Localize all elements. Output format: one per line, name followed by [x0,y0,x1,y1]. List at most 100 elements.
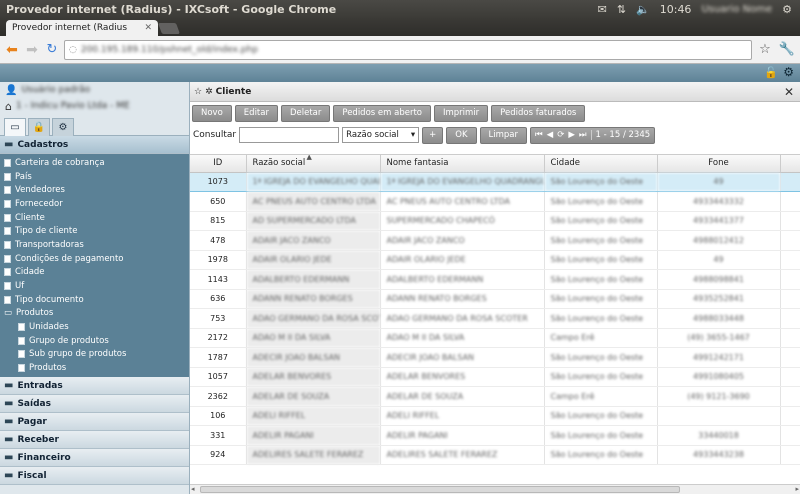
sidebar-item-produtos[interactable]: ▭ Produtos [0,307,189,321]
refresh-icon[interactable]: ⟳ [557,130,564,140]
cell-fone: 4991242171 [657,347,781,368]
table-row[interactable]: 10731ª IGREJA DO EVANGELHO QUADRANGULAR1… [190,171,800,192]
pedidos-aberto-button[interactable]: Pedidos em aberto [333,104,431,122]
volume-icon[interactable]: 🔈 [636,3,650,16]
gear-icon[interactable]: ⚙ [783,65,794,79]
add-filter-button[interactable]: + [422,126,444,144]
column-id[interactable]: ID [190,155,247,173]
sidebar-item-tipo-documento[interactable]: Tipo documento [0,293,189,307]
ok-button[interactable]: OK [446,126,477,144]
novo-button[interactable]: Novo [192,104,232,122]
new-tab-button[interactable] [157,23,181,34]
table-row[interactable]: 1787 ADECIR JOAO BALSAN ADECIR JOAO BALSAN… [190,347,800,368]
table-row[interactable]: 650 AC PNEUS AUTO CENTRO LTDA AC PNEUS AUT… [190,191,800,212]
deletar-button[interactable]: Deletar [280,104,331,122]
sidebar-item-uf[interactable]: Uf [0,279,189,293]
document-icon [18,323,25,332]
reload-icon[interactable]: ↻ [44,42,60,58]
panel-header: ☆ ✲ Cliente ✕ [190,82,800,102]
cell-cidade: São Lourenço do Oeste [544,230,658,251]
network-icon[interactable]: ⇅ [617,3,626,16]
scroll-thumb[interactable] [200,486,680,493]
sidebar-item-cliente[interactable]: Cliente [0,211,189,225]
browser-tab[interactable]: Provedor internet (Radius ✕ [6,20,158,36]
sidebar-item-produtos-sub[interactable]: Produtos [0,361,189,375]
clock[interactable]: 10:46 [660,3,692,16]
limpar-button[interactable]: Limpar [479,126,528,144]
folder-icon: ▬ [4,416,14,427]
section-entradas[interactable]: ▬ Entradas [0,377,189,395]
first-page-icon[interactable]: ⏮ [535,130,543,140]
section-pagar[interactable]: ▬ Pagar [0,413,189,431]
table-row[interactable]: 753 ADAO GERMANO DA ROSA SCOTER ADAO GERMA… [190,308,800,329]
tab-menu[interactable]: ▭ [4,118,26,136]
table-row[interactable]: 106 ADELI RIFFEL ADELI RIFFEL São Lourenço … [190,406,800,426]
sidebar-item-label: Carteira de cobrança [15,157,105,168]
section-fiscal[interactable]: ▬ Fiscal [0,467,189,485]
folder-icon: ▬ [4,470,14,481]
address-bar[interactable]: ◌ 200.195.189.110/pshnet_old/index.php [64,39,752,60]
close-icon[interactable]: ✕ [784,85,794,99]
field-select[interactable]: Razão social ▾ [342,127,420,143]
editar-button[interactable]: Editar [234,104,278,122]
sidebar-item-unidades[interactable]: Unidades [0,320,189,334]
table-row[interactable]: 1143 ADALBERTO EDERMANN ADALBERTO EDERMANN… [190,269,800,290]
mail-icon[interactable]: ✉ [598,3,607,16]
column-fone[interactable]: Fone [657,155,781,173]
section-saidas[interactable]: ▬ Saídas [0,395,189,413]
wrench-icon[interactable]: 🔧 [778,42,796,57]
user-menu[interactable]: Usuario Nome [701,4,772,15]
table-row[interactable]: 924 ADELIRES SALETE FERAREZ ADELIRES SALET… [190,445,800,465]
table-row[interactable]: 815 AD SUPERMERCADO LTDA SUPERMERCADO CHAP… [190,211,800,231]
cell-cidade: São Lourenço do Oeste [544,445,658,465]
scroll-left-icon[interactable]: ◂ [191,485,195,493]
close-tab-icon[interactable]: ✕ [144,23,152,33]
sidebar-item-grupo-produtos[interactable]: Grupo de produtos [0,334,189,348]
table-row[interactable]: 636 ADANN RENATO BORGES ADANN RENATO BORGE… [190,289,800,309]
power-icon[interactable]: ⚙ [782,3,792,16]
horizontal-scrollbar[interactable]: ◂ ▸ [190,484,800,494]
sidebar-item-cidade[interactable]: Cidade [0,266,189,280]
sidebar-item-tipo-cliente[interactable]: Tipo de cliente [0,224,189,238]
section-label: Saídas [17,398,51,409]
cell-razao: ADELIR PAGANI [246,425,381,446]
sidebar-item-vendedores[interactable]: Vendedores [0,183,189,197]
tab-settings[interactable]: ⚙ [52,118,74,136]
forward-icon[interactable]: ➡ [24,42,40,58]
column-razao[interactable]: ▲ Razão social [246,155,381,173]
scroll-right-icon[interactable]: ▸ [795,485,799,493]
settings-icon[interactable]: ✲ [205,87,213,97]
column-razao-label: Razão social [252,158,306,169]
tab-lock[interactable]: 🔒 [28,118,50,136]
pedidos-faturados-button[interactable]: Pedidos faturados [491,104,586,122]
table-row[interactable]: 331 ADELIR PAGANI ADELIR PAGANI São Lourenç… [190,425,800,446]
imprimir-button[interactable]: Imprimir [433,104,489,122]
sidebar-item-sub-grupo[interactable]: Sub grupo de produtos [0,348,189,362]
sidebar-item-pais[interactable]: País [0,170,189,184]
search-input[interactable] [239,127,340,143]
section-financeiro[interactable]: ▬ Financeiro [0,449,189,467]
table-row[interactable]: 1057 ADELAR BENVORES ADELAR BENVORES São Lo… [190,367,800,387]
section-receber[interactable]: ▬ Receber [0,431,189,449]
sidebar-item-carteira[interactable]: Carteira de cobrança [0,156,189,170]
star-icon[interactable]: ☆ [194,87,202,97]
table-row[interactable]: 1978 ADAIR OLARIO JEDE ADAIR OLARIO JEDE Sã… [190,250,800,270]
prev-page-icon[interactable]: ◀ [547,130,554,140]
next-page-icon[interactable]: ▶ [568,130,575,140]
section-cadastros[interactable]: ▬ Cadastros [0,136,189,154]
last-page-icon[interactable]: ⏭ [579,130,587,140]
table-row[interactable]: 2172 ADAO M II DA SILVA ADAO M II DA SILVA… [190,328,800,348]
filter-row: Consultar Razão social ▾ + OK Limpar ⏮ ◀… [190,124,800,146]
sidebar-item-label: Unidades [29,322,69,333]
column-cidade[interactable]: Cidade [544,155,658,173]
column-fantasia[interactable]: Nome fantasia [380,155,545,173]
sidebar-item-fornecedor[interactable]: Fornecedor [0,197,189,211]
bookmark-star-icon[interactable]: ☆ [756,42,774,57]
table-row[interactable]: 2362 ADELAR DE SOUZA ADELAR DE SOUZA Campo … [190,386,800,407]
table-row[interactable]: 478 ADAIR JACO ZANCO ADAIR JACO ZANCO São L… [190,230,800,251]
sidebar-item-transportadoras[interactable]: Transportadoras [0,238,189,252]
unlock-icon[interactable]: 🔓 [764,66,778,79]
back-icon[interactable]: ⬅ [4,42,20,58]
sidebar-item-condicoes[interactable]: Condições de pagamento [0,252,189,266]
document-icon [18,364,25,373]
